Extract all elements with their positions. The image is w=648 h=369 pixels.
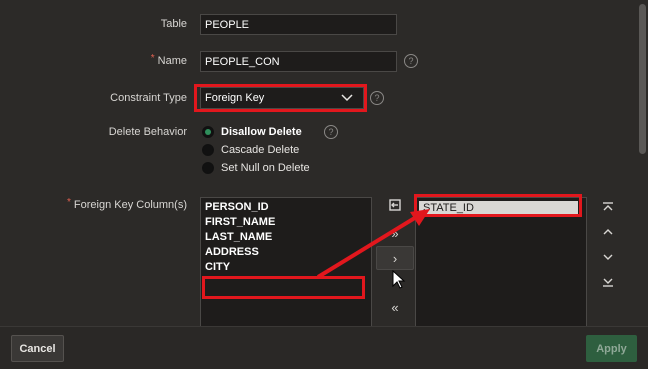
cancel-button[interactable]: Cancel <box>11 335 64 362</box>
apply-button[interactable]: Apply <box>586 335 637 362</box>
dialog-footer: Cancel Apply <box>0 326 648 369</box>
mouse-cursor-icon <box>392 270 406 289</box>
annotation-arrow <box>316 209 430 279</box>
